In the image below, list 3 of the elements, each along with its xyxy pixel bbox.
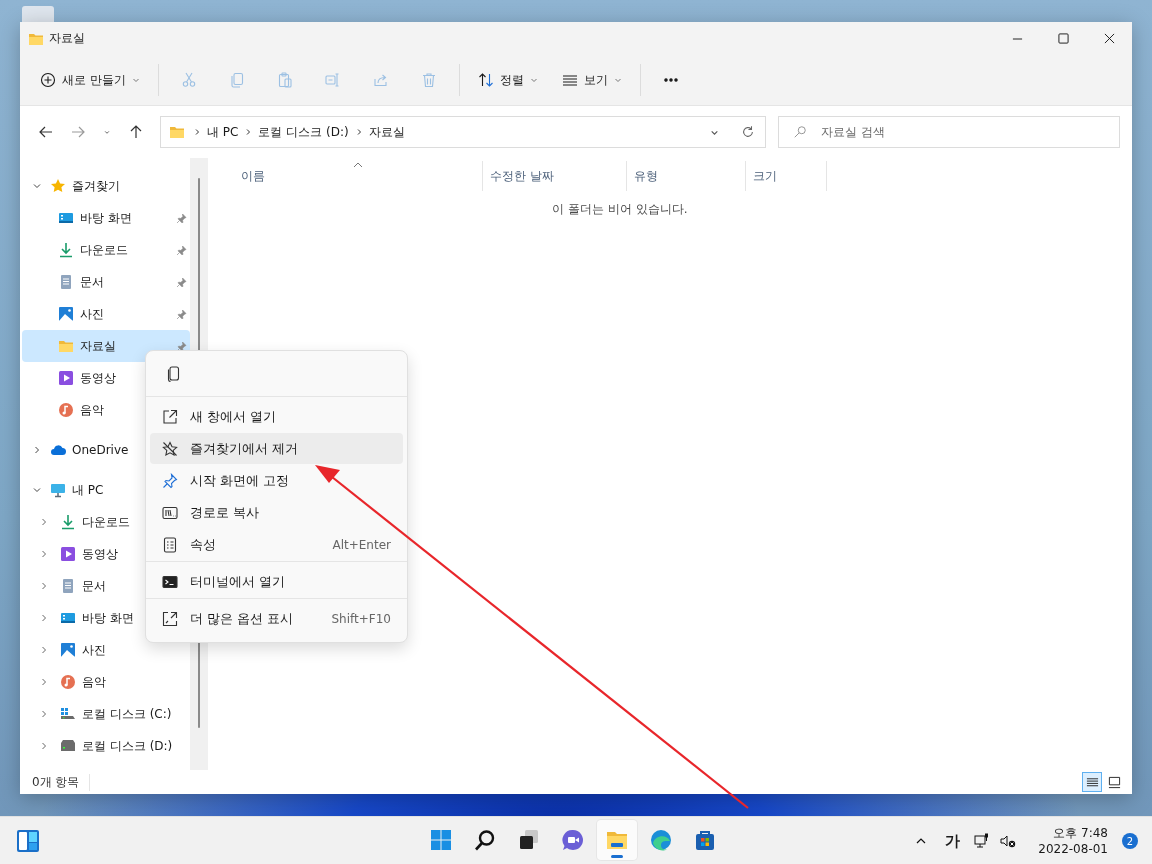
- item-count: 0개 항목: [32, 773, 91, 791]
- window-title: 자료실: [49, 30, 85, 47]
- empty-folder-message: 이 폴더는 비어 있습니다.: [551, 201, 689, 218]
